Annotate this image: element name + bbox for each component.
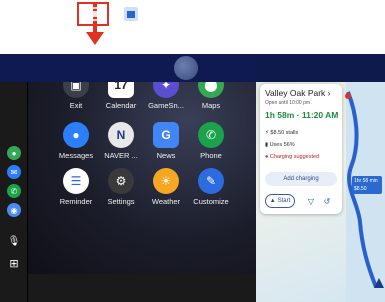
game-icon: ✦ [153, 82, 179, 98]
exit-icon: ▣ [63, 82, 89, 98]
dock-phone-icon[interactable]: ✆ [7, 184, 21, 198]
route-time-badge: 1hr 58 min $8.50 [352, 176, 382, 194]
dock-google-maps-icon[interactable]: ◉ [7, 203, 21, 217]
weather-icon: ☀ [153, 168, 179, 194]
folder-icon [124, 7, 138, 21]
add-charging-button[interactable]: Add charging [265, 172, 337, 186]
share-icon[interactable]: ↺ [320, 194, 334, 208]
settings-icon: ⚙ [108, 168, 134, 194]
folder-button[interactable] [120, 3, 142, 25]
destination-eta: 1h 58m · 11:20 AM [265, 110, 339, 120]
app-phone[interactable]: ✆ Phone [185, 122, 237, 160]
split-window-button[interactable] [77, 2, 109, 26]
microphone-icon[interactable]: 🎙 [7, 234, 21, 248]
annotation-arrow-head [86, 32, 104, 45]
top-bar-right [256, 54, 385, 82]
news-icon: G [153, 122, 179, 148]
home-screen: ▣ Exit 17 Calendar ✦ GameSn... ⬤ Maps ● … [28, 82, 256, 274]
usage-info: ▮ Uses 56% [265, 142, 295, 148]
destination-title[interactable]: Valley Oak Park › [265, 88, 331, 98]
assistant-orb[interactable] [174, 56, 198, 80]
home-bottom-strip [28, 274, 256, 302]
back-arrow-icon [14, 6, 31, 18]
messages-icon: ● [63, 122, 89, 148]
start-button[interactable]: ▲ Start [265, 194, 295, 208]
left-dock: ● ✉ ✆ ◉ 🎙 ⊞ [0, 82, 28, 302]
calendar-icon: 17 [108, 82, 134, 98]
stalls-info: ⚡ $8.50 stalls [265, 130, 299, 136]
dock-maps-icon[interactable]: ● [7, 146, 21, 160]
home-button[interactable] [47, 3, 71, 25]
charging-info: ● Charging suggested [265, 154, 320, 160]
dock-messages-icon[interactable]: ✉ [7, 165, 21, 179]
split-window-icon [83, 7, 103, 21]
navigate-arrow-icon: ▲ [269, 198, 276, 204]
customize-icon: ✎ [198, 168, 224, 194]
phone-icon: ✆ [198, 122, 224, 148]
home-icon [50, 5, 68, 22]
maps-icon: ⬤ [198, 82, 224, 98]
back-button[interactable] [10, 3, 36, 25]
destination-hours: Open until 10:00 pm [265, 100, 311, 106]
app-customize[interactable]: ✎ Customize [185, 168, 237, 206]
destination-card: Valley Oak Park › Open until 10:00 pm 1h… [260, 84, 342, 214]
filter-icon[interactable]: ▽ [304, 194, 318, 208]
naver-map-icon: N [108, 122, 134, 148]
app-grid-icon[interactable]: ⊞ [7, 256, 21, 270]
reminder-icon: ☰ [63, 168, 89, 194]
destination-pin [345, 93, 351, 99]
app-maps[interactable]: ⬤ Maps [185, 82, 237, 110]
